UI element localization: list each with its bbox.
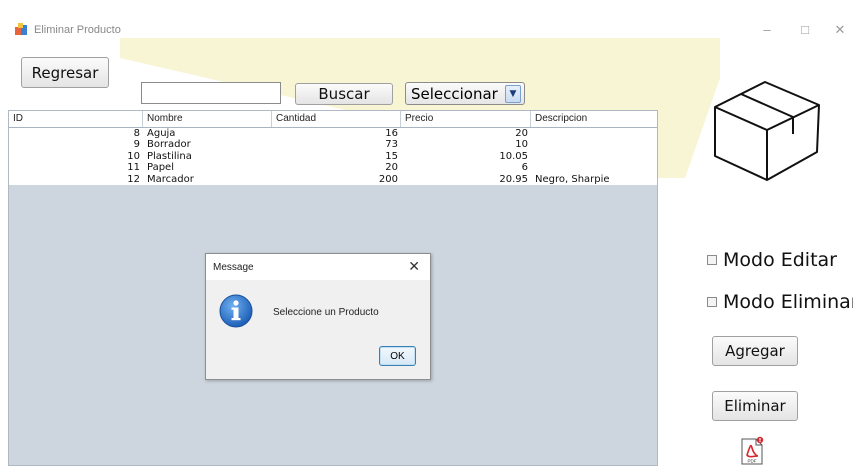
dialog-title-bar: Message ✕ — [206, 254, 430, 280]
table-row[interactable]: 10 Plastilina 15 10.05 — [9, 151, 657, 162]
close-window-icon[interactable]: ✕ — [830, 22, 850, 38]
edit-mode-label: Modo Editar — [723, 249, 837, 271]
message-dialog: Message ✕ Seleccione un Producto OK — [205, 253, 431, 380]
dialog-title: Message — [213, 262, 254, 273]
table-row[interactable]: 8 Aguja 16 20 — [9, 128, 657, 139]
table-row[interactable]: 9 Borrador 73 10 — [9, 139, 657, 150]
search-button[interactable]: Buscar — [295, 83, 393, 105]
back-button[interactable]: Regresar — [21, 57, 109, 88]
cell-descripcion — [531, 162, 657, 173]
cell-nombre: Aguja — [147, 128, 176, 139]
cell-nombre: Plastilina — [147, 150, 192, 162]
cell-cantidad: 200 — [378, 173, 398, 185]
cell-descripcion — [531, 139, 657, 150]
cell-cantidad: 20 — [385, 162, 398, 174]
edit-mode-checkbox[interactable] — [707, 255, 717, 265]
box-icon — [714, 81, 820, 181]
window-title: Eliminar Producto — [34, 24, 121, 36]
table-header: ID Nombre Cantidad Precio Descripcion — [9, 111, 657, 128]
dialog-message: Seleccione un Producto — [273, 307, 379, 318]
cell-nombre: Papel — [147, 162, 174, 174]
chevron-down-icon[interactable]: ▼ — [505, 84, 521, 103]
cell-precio: 10.05 — [499, 150, 528, 162]
select-dropdown[interactable]: Seleccionar ▼ — [405, 82, 525, 105]
table-body: 8 Aguja 16 20 9 Borrador 73 10 10 Plasti… — [9, 128, 657, 185]
table-row[interactable]: 11 Papel 20 6 — [9, 162, 657, 173]
cell-id: 11 — [127, 162, 140, 174]
cell-precio: 6 — [521, 162, 528, 174]
table-row[interactable]: 12 Marcador 200 20.95 Negro, Sharpie — [9, 174, 657, 185]
delete-mode-checkbox[interactable] — [707, 297, 717, 307]
delete-button[interactable]: Eliminar — [712, 391, 798, 421]
add-button[interactable]: Agregar — [712, 336, 798, 366]
info-icon — [219, 294, 253, 328]
cell-id: 12 — [127, 173, 140, 185]
close-icon[interactable]: ✕ — [408, 258, 420, 275]
cell-precio: 20.95 — [499, 173, 528, 185]
column-header-descripcion[interactable]: Descripcion — [531, 111, 657, 127]
pdf-icon[interactable]: PDF — [738, 436, 766, 466]
cell-descripcion — [531, 151, 657, 162]
ok-button[interactable]: OK — [379, 346, 416, 366]
title-bar: Eliminar Producto – □ ✕ — [0, 8, 853, 40]
cell-cantidad: 73 — [385, 139, 398, 151]
cell-id: 9 — [133, 139, 140, 151]
maximize-icon[interactable]: □ — [795, 22, 815, 38]
edit-mode-checkbox-row[interactable]: Modo Editar — [707, 249, 837, 271]
cell-cantidad: 15 — [385, 150, 398, 162]
cell-id: 10 — [127, 150, 140, 162]
cell-precio: 10 — [515, 139, 528, 151]
cell-cantidad: 16 — [385, 128, 398, 139]
column-header-precio[interactable]: Precio — [401, 111, 531, 127]
cell-descripcion: Negro, Sharpie — [535, 173, 610, 185]
cell-id: 8 — [133, 128, 140, 139]
search-input[interactable] — [141, 82, 281, 104]
product-app-icon — [15, 23, 27, 35]
cell-nombre: Borrador — [147, 139, 191, 151]
column-header-id[interactable]: ID — [9, 111, 143, 127]
column-header-nombre[interactable]: Nombre — [143, 111, 272, 127]
cell-descripcion — [531, 128, 657, 139]
cell-precio: 20 — [515, 128, 528, 139]
delete-mode-label: Modo Eliminar — [723, 291, 853, 313]
cell-nombre: Marcador — [147, 173, 194, 185]
minimize-icon[interactable]: – — [757, 22, 777, 38]
delete-mode-checkbox-row[interactable]: Modo Eliminar — [707, 291, 853, 313]
column-header-cantidad[interactable]: Cantidad — [272, 111, 401, 127]
svg-text:PDF: PDF — [748, 459, 757, 464]
select-value: Seleccionar — [411, 84, 498, 103]
